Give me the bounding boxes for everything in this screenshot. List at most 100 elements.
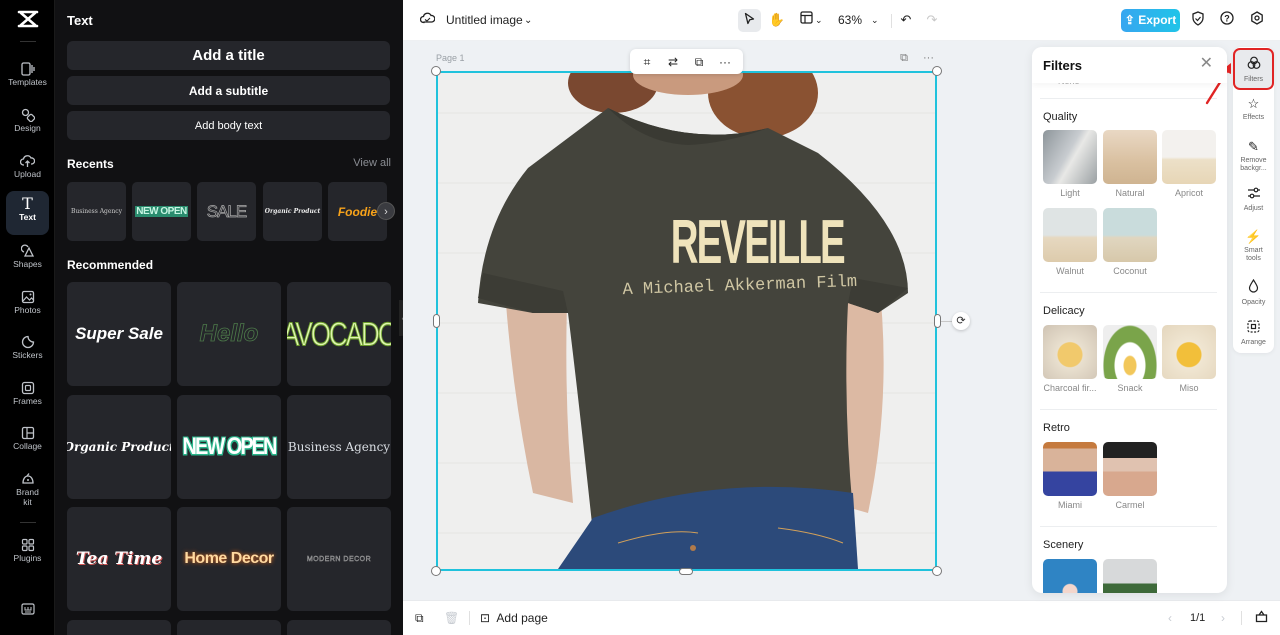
recommended-text-template[interactable]: Hello	[177, 282, 281, 386]
tool-arrange[interactable]: Arrange	[1235, 320, 1272, 347]
recommended-text-template[interactable]: Home Decor	[177, 507, 281, 611]
resize-handle-top-left[interactable]	[431, 66, 441, 76]
filter-thumbnail-natural[interactable]	[1103, 130, 1157, 184]
replace-image-icon[interactable]: ⇄	[664, 53, 682, 71]
hand-tool-icon[interactable]: ✋	[768, 11, 786, 29]
pages-panel-icon[interactable]	[1255, 610, 1268, 627]
tool-remove-background[interactable]: ✎ Remove backgr...	[1235, 139, 1272, 173]
page-more-icon[interactable]: ···	[923, 52, 934, 64]
filter-thumbnail-miso[interactable]	[1162, 325, 1216, 379]
help-icon[interactable]: ?	[1218, 11, 1236, 29]
previous-page-icon[interactable]: ‹	[1168, 610, 1172, 626]
add-page-button[interactable]: ⊡ Add page	[480, 610, 548, 626]
brand-kit-icon	[6, 466, 49, 486]
recommended-text-template[interactable]: AVOCADO	[287, 282, 391, 386]
filter-thumbnail-scenery[interactable]	[1103, 559, 1157, 593]
tool-adjust[interactable]: Adjust	[1235, 187, 1272, 213]
filter-thumbnail-coconut[interactable]	[1103, 208, 1157, 262]
recommended-text-template[interactable]: Tea Time	[67, 507, 171, 611]
text-panel: Text Add a title Add a subtitle Add body…	[55, 0, 403, 635]
filter-thumbnail-carmel[interactable]	[1103, 442, 1157, 496]
filter-thumbnail-apricot[interactable]	[1162, 130, 1216, 184]
recents-next-button[interactable]: ›	[377, 202, 395, 220]
rail-item-upload[interactable]: Upload	[6, 148, 49, 192]
rotate-handle-icon[interactable]: ⟳	[952, 312, 970, 330]
rail-item-text[interactable]: T Text	[6, 191, 49, 235]
bottombar-divider	[1241, 611, 1242, 625]
filter-thumbnail-miami[interactable]	[1043, 442, 1097, 496]
add-title-button[interactable]: Add a title	[67, 41, 390, 70]
resize-handle-bottom-right[interactable]	[932, 566, 942, 576]
selected-image[interactable]: REVEILLE A Michael Akkerman Film	[436, 71, 937, 571]
rail-item-brand-kit[interactable]: Brand kit	[6, 466, 49, 516]
add-body-text-button[interactable]: Add body text	[67, 111, 390, 140]
filter-label: Coconut	[1113, 266, 1147, 276]
delete-page-icon[interactable]: 🗑	[444, 610, 459, 626]
tool-filters[interactable]: Filters	[1233, 48, 1274, 90]
recent-text-template[interactable]: SALE	[197, 182, 256, 241]
rail-item-design[interactable]: Design	[6, 102, 49, 146]
recent-text-template[interactable]: Organic Product	[263, 182, 322, 241]
close-icon[interactable]: ✕	[1200, 56, 1213, 72]
recommended-text-template[interactable]: Super Sale	[67, 282, 171, 386]
settings-icon[interactable]	[1248, 11, 1266, 29]
next-page-icon[interactable]: ›	[1221, 610, 1225, 626]
resize-handle-right[interactable]	[934, 314, 941, 328]
filter-thumbnail-walnut[interactable]	[1043, 208, 1097, 262]
zoom-dropdown-chevron-icon[interactable]: ⌄	[871, 10, 879, 31]
shapes-icon	[6, 238, 49, 258]
recent-text-template[interactable]: Business Agency	[67, 182, 126, 241]
document-title[interactable]: Untitled image	[446, 10, 523, 31]
layout-dropdown-chevron-icon[interactable]: ⌄	[815, 10, 823, 31]
duplicate-page-icon[interactable]: ⧉	[900, 52, 908, 64]
filter-thumbnail-charcoal-fir[interactable]	[1043, 325, 1097, 379]
filter-thumbnail-light[interactable]	[1043, 130, 1097, 184]
template-preview-text: Business Agency	[70, 208, 123, 215]
recommended-text-template[interactable]: NEW OPEN	[177, 395, 281, 499]
resize-handle-top-right[interactable]	[932, 66, 942, 76]
resize-handle-bottom[interactable]	[679, 568, 693, 575]
rail-item-shapes[interactable]: Shapes	[6, 238, 49, 282]
tool-opacity[interactable]: Opacity	[1235, 278, 1272, 307]
duplicate-icon[interactable]: ⧉	[690, 53, 708, 71]
layout-icon[interactable]	[797, 11, 815, 29]
tool-effects[interactable]: ☆ Effects	[1235, 96, 1272, 122]
capcut-logo-icon[interactable]	[14, 10, 41, 32]
rail-item-plugins[interactable]: Plugins	[6, 532, 49, 576]
crop-icon[interactable]: ⌗	[638, 53, 656, 71]
filter-thumbnail-snack[interactable]	[1103, 325, 1157, 379]
recent-text-template[interactable]: NEW OPEN	[132, 182, 191, 241]
export-button[interactable]: ⇪ Export	[1121, 9, 1180, 32]
recommended-text-template[interactable]	[177, 620, 281, 635]
template-preview-text: NEW OPEN	[135, 206, 188, 217]
cloud-save-icon[interactable]	[418, 11, 436, 29]
redo-icon[interactable]: ↷	[923, 11, 941, 29]
undo-icon[interactable]: ↶	[897, 11, 915, 29]
add-subtitle-button[interactable]: Add a subtitle	[67, 76, 390, 105]
filter-thumbnail-scenery[interactable]	[1043, 559, 1097, 593]
template-preview-text: Home Decor	[184, 550, 274, 567]
rail-item-stickers[interactable]: Stickers	[6, 329, 49, 373]
more-options-icon[interactable]: ···	[716, 53, 734, 71]
recommended-text-template[interactable]: Organic Product	[67, 395, 171, 499]
zoom-level[interactable]: 63%	[838, 10, 862, 31]
rail-item-templates[interactable]: Templates	[6, 56, 49, 100]
keyboard-shortcuts-button[interactable]	[6, 600, 49, 622]
select-tool-button[interactable]	[738, 9, 761, 32]
rail-item-frames[interactable]: Frames	[6, 375, 49, 419]
recommended-text-template[interactable]	[287, 620, 391, 635]
resize-handle-bottom-left[interactable]	[431, 566, 441, 576]
recommended-text-template[interactable]: MODERN DECOR	[287, 507, 391, 611]
title-dropdown-chevron-icon[interactable]: ⌄	[524, 10, 532, 31]
rail-item-collage[interactable]: Collage	[6, 420, 49, 464]
view-all-link[interactable]: View all	[353, 157, 391, 169]
duplicate-page-icon[interactable]: ⧉	[415, 610, 424, 626]
tool-smart-tools[interactable]: ⚡ Smart tools	[1235, 229, 1272, 263]
resize-handle-left[interactable]	[433, 314, 440, 328]
recommended-text-template[interactable]	[67, 620, 171, 635]
template-preview-text: Business Agency	[287, 440, 391, 454]
upload-icon	[6, 148, 49, 168]
shield-check-icon[interactable]	[1189, 11, 1207, 29]
recommended-text-template[interactable]: Business Agency	[287, 395, 391, 499]
rail-item-photos[interactable]: Photos	[6, 284, 49, 328]
